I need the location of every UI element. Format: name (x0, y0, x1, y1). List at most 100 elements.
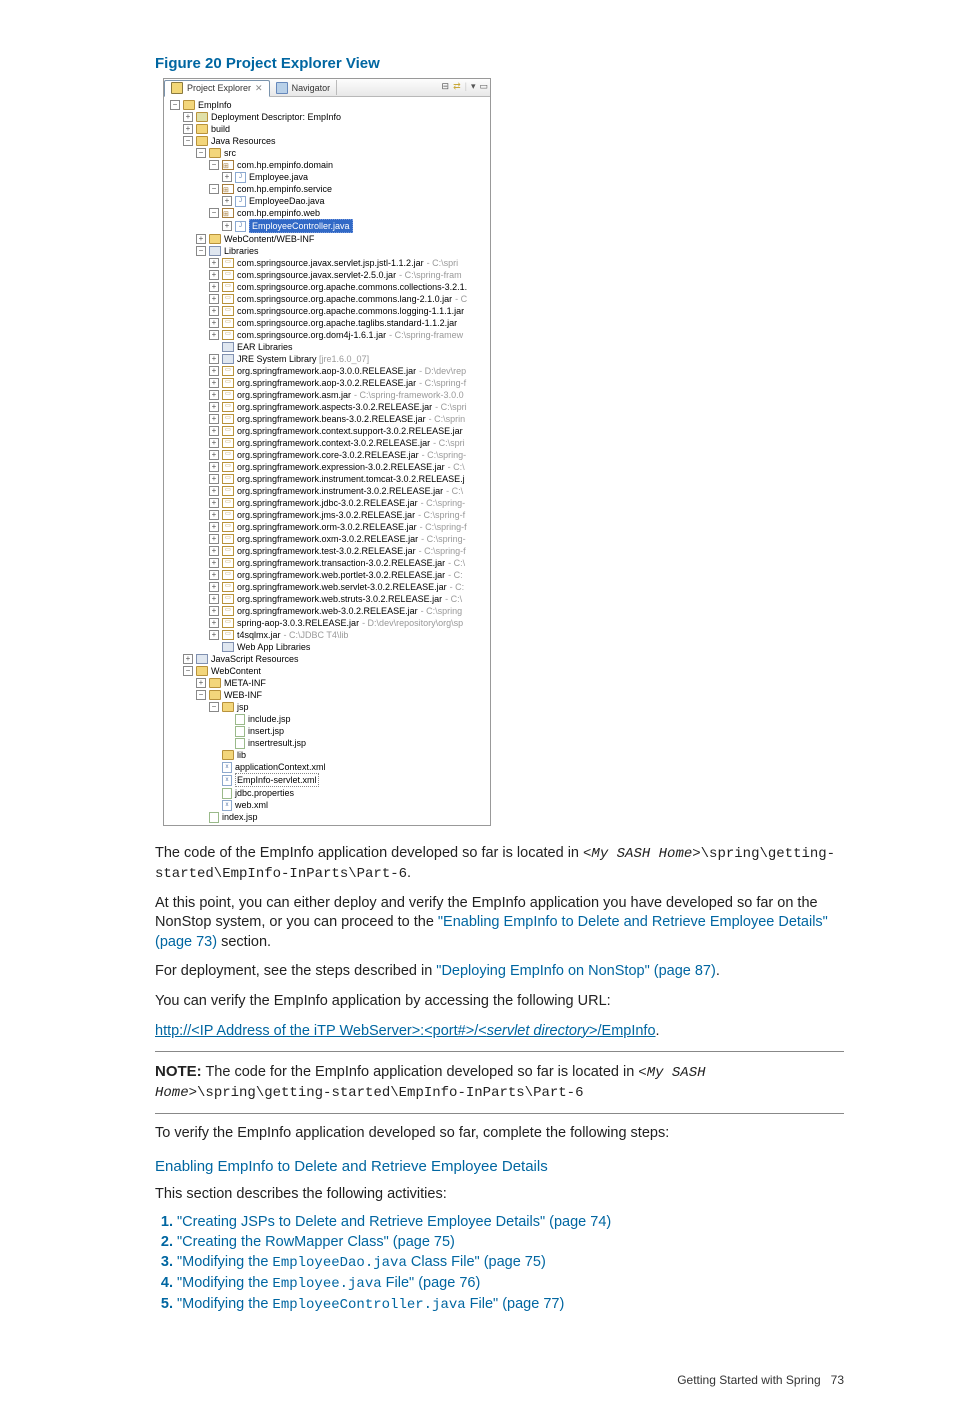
tree-item[interactable]: −com.hp.empinfo.web (167, 207, 487, 219)
tree-item[interactable]: +▭com.springsource.org.dom4j-1.6.1.jar -… (167, 329, 487, 341)
expander-icon[interactable]: + (183, 654, 193, 664)
close-icon[interactable]: ✕ (255, 83, 263, 94)
tree-item[interactable]: +▭org.springframework.web.portlet-3.0.2.… (167, 569, 487, 581)
expander-icon[interactable]: − (196, 246, 206, 256)
step-link[interactable]: "Modifying the Employee.java File" (page… (177, 1275, 480, 1291)
tree-item[interactable]: +▭org.springframework.jdbc-3.0.2.RELEASE… (167, 497, 487, 509)
tree-item[interactable]: jdbc.properties (167, 787, 487, 799)
tree-item[interactable]: xEmpInfo-servlet.xml (167, 773, 487, 787)
expander-icon[interactable]: + (209, 258, 219, 268)
expander-icon[interactable]: + (209, 498, 219, 508)
expander-icon[interactable]: + (209, 558, 219, 568)
tree-item[interactable]: EAR Libraries (167, 341, 487, 353)
tree-item[interactable]: +build (167, 123, 487, 135)
tab-project-explorer[interactable]: Project Explorer ✕ (164, 80, 270, 97)
tree-item[interactable]: +▭org.springframework.oxm-3.0.2.RELEASE.… (167, 533, 487, 545)
tab-navigator[interactable]: Navigator (270, 80, 338, 95)
expander-icon[interactable]: − (209, 184, 219, 194)
expander-icon[interactable]: + (209, 630, 219, 640)
tree-item[interactable]: +▭org.springframework.web-3.0.2.RELEASE.… (167, 605, 487, 617)
expander-icon[interactable]: + (222, 196, 232, 206)
tree-item[interactable]: insert.jsp (167, 725, 487, 737)
expander-icon[interactable]: + (209, 294, 219, 304)
tree-item[interactable]: +▭org.springframework.core-3.0.2.RELEASE… (167, 449, 487, 461)
tree-item[interactable]: +▭org.springframework.test-3.0.2.RELEASE… (167, 545, 487, 557)
tree-item[interactable]: +JRE System Library [jre1.6.0_07] (167, 353, 487, 365)
tree-item[interactable]: insertresult.jsp (167, 737, 487, 749)
expander-icon[interactable]: + (209, 486, 219, 496)
tree-item[interactable]: +Deployment Descriptor: EmpInfo (167, 111, 487, 123)
tree-item[interactable]: +▭spring-aop-3.0.3.RELEASE.jar - D:\dev\… (167, 617, 487, 629)
step-link[interactable]: "Modifying the EmployeeController.java F… (177, 1296, 564, 1312)
expander-icon[interactable]: + (209, 546, 219, 556)
expander-icon[interactable]: − (209, 702, 219, 712)
collapse-all-icon[interactable]: ⊟ (442, 81, 450, 92)
tree-item[interactable]: +JEmployeeDao.java (167, 195, 487, 207)
tree-item[interactable]: +META-INF (167, 677, 487, 689)
expander-icon[interactable]: − (196, 148, 206, 158)
tree-item[interactable]: +▭org.springframework.context.support-3.… (167, 425, 487, 437)
step-link[interactable]: "Creating JSPs to Delete and Retrieve Em… (177, 1214, 611, 1230)
expander-icon[interactable]: + (209, 462, 219, 472)
tree-item[interactable]: +▭com.springsource.org.apache.commons.co… (167, 281, 487, 293)
tree-item[interactable]: −WebContent (167, 665, 487, 677)
tree-item[interactable]: +▭org.springframework.beans-3.0.2.RELEAS… (167, 413, 487, 425)
tree-item[interactable]: +▭org.springframework.context-3.0.2.RELE… (167, 437, 487, 449)
tree-item[interactable]: +▭com.springsource.javax.servlet.jsp.jst… (167, 257, 487, 269)
tree-item[interactable]: +▭com.springsource.org.apache.taglibs.st… (167, 317, 487, 329)
tree-item[interactable]: xweb.xml (167, 799, 487, 811)
expander-icon[interactable]: + (196, 678, 206, 688)
expander-icon[interactable]: + (209, 414, 219, 424)
tree-item[interactable]: +▭org.springframework.jms-3.0.2.RELEASE.… (167, 509, 487, 521)
expander-icon[interactable]: + (222, 172, 232, 182)
expander-icon[interactable]: − (170, 100, 180, 110)
expander-icon[interactable]: + (209, 366, 219, 376)
tree-item[interactable]: +▭com.springsource.org.apache.commons.lo… (167, 305, 487, 317)
tree-item[interactable]: +JEmployeeController.java (167, 219, 487, 233)
tree-item[interactable]: include.jsp (167, 713, 487, 725)
expander-icon[interactable]: + (209, 282, 219, 292)
minimize-icon[interactable]: ▭ (479, 81, 488, 92)
step-link[interactable]: "Modifying the EmployeeDao.java Class Fi… (177, 1254, 546, 1270)
expander-icon[interactable]: + (209, 510, 219, 520)
expander-icon[interactable]: + (209, 582, 219, 592)
expander-icon[interactable]: + (209, 318, 219, 328)
expander-icon[interactable]: − (183, 136, 193, 146)
tree-item[interactable]: −jsp (167, 701, 487, 713)
tree-item[interactable]: Web App Libraries (167, 641, 487, 653)
link-editor-icon[interactable]: ⇄ (453, 81, 461, 92)
expander-icon[interactable]: + (209, 354, 219, 364)
expander-icon[interactable]: + (209, 390, 219, 400)
tree-item[interactable]: −Java Resources (167, 135, 487, 147)
tree-item[interactable]: −com.hp.empinfo.domain (167, 159, 487, 171)
expander-icon[interactable]: − (196, 690, 206, 700)
tree-item[interactable]: +▭t4sqlmx.jar - C:\JDBC T4\lib (167, 629, 487, 641)
expander-icon[interactable]: + (196, 234, 206, 244)
tree-item[interactable]: +▭org.springframework.aop-3.0.2.RELEASE.… (167, 377, 487, 389)
tree-item[interactable]: +▭org.springframework.instrument-3.0.2.R… (167, 485, 487, 497)
expander-icon[interactable]: + (209, 450, 219, 460)
step-link[interactable]: "Creating the RowMapper Class" (page 75) (177, 1234, 455, 1250)
expander-icon[interactable]: + (209, 474, 219, 484)
tree-item[interactable]: +JEmployee.java (167, 171, 487, 183)
tree-item[interactable]: −Libraries (167, 245, 487, 257)
tree-item[interactable]: −EmpInfo (167, 99, 487, 111)
expander-icon[interactable]: + (209, 330, 219, 340)
expander-icon[interactable]: + (209, 402, 219, 412)
tree-item[interactable]: +▭org.springframework.aspects-3.0.2.RELE… (167, 401, 487, 413)
link-deploying[interactable]: "Deploying EmpInfo on NonStop" (page 87) (436, 963, 716, 979)
view-menu-icon[interactable]: ▾ (471, 81, 476, 92)
tree-item[interactable]: −src (167, 147, 487, 159)
tree-item[interactable]: index.jsp (167, 811, 487, 823)
expander-icon[interactable]: + (183, 124, 193, 134)
expander-icon[interactable]: − (183, 666, 193, 676)
tree-item[interactable]: +▭org.springframework.transaction-3.0.2.… (167, 557, 487, 569)
expander-icon[interactable]: + (209, 426, 219, 436)
tree-item[interactable]: +WebContent/WEB-INF (167, 233, 487, 245)
expander-icon[interactable]: + (209, 378, 219, 388)
tree-item[interactable]: +▭org.springframework.web.servlet-3.0.2.… (167, 581, 487, 593)
tree-item[interactable]: +▭org.springframework.expression-3.0.2.R… (167, 461, 487, 473)
tree-item[interactable]: −com.hp.empinfo.service (167, 183, 487, 195)
tree-item[interactable]: xapplicationContext.xml (167, 761, 487, 773)
expander-icon[interactable]: + (209, 534, 219, 544)
